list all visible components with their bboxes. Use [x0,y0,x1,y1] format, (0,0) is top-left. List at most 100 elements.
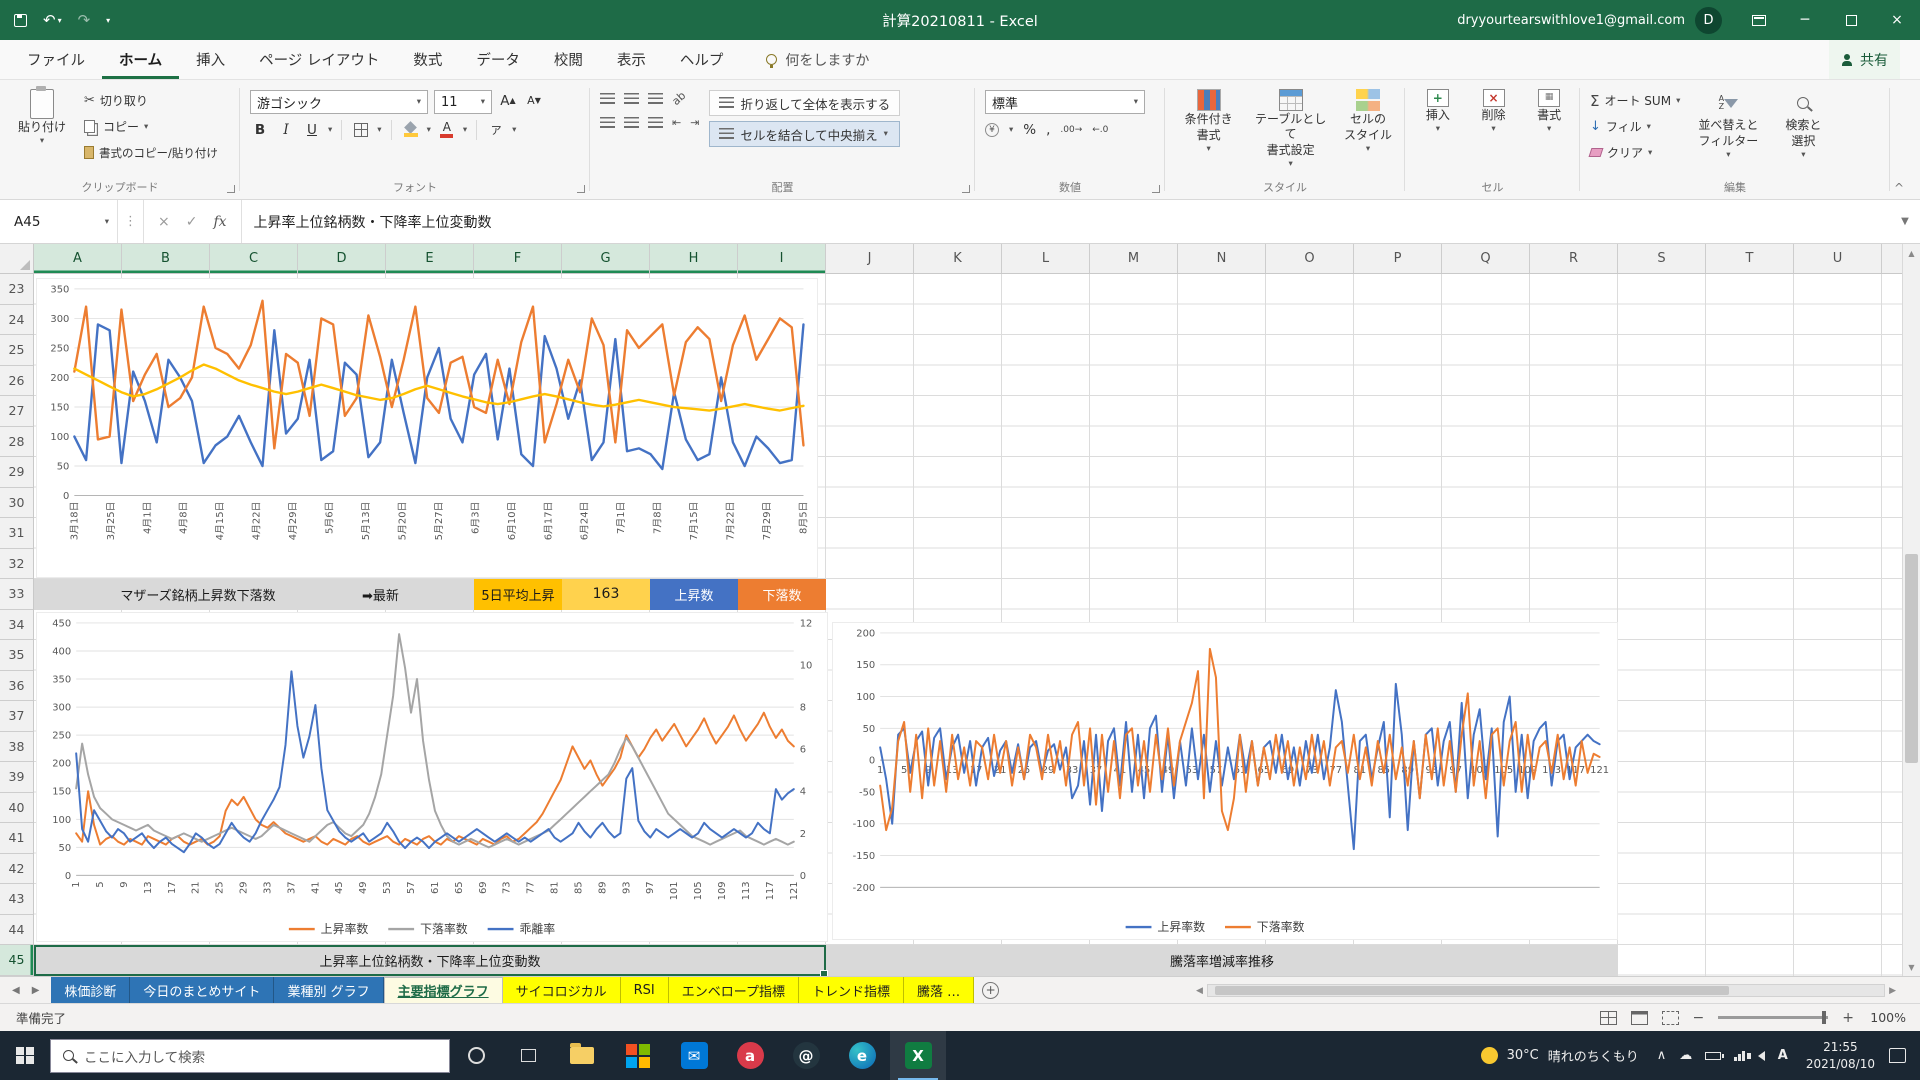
mothers-banner[interactable]: マザーズ銘柄上昇数下落数 ➡最新 [34,579,474,610]
currency-format-icon[interactable]: ¥ [985,123,999,137]
decrease-decimal-icon[interactable]: ←.0 [1092,125,1108,135]
row-header-23[interactable]: 23 [0,274,33,305]
sheet-tab-騰落 …[interactable]: 騰落 … [904,977,974,1003]
row-header-25[interactable]: 25 [0,335,33,366]
chart-top-counts[interactable]: 0501001502002503003504004500246810121591… [36,612,828,942]
action-center-button[interactable] [1889,1048,1906,1063]
taskbar-search-box[interactable]: ここに入力して検索 [50,1039,450,1073]
sheet-nav-left[interactable]: ◀ [12,985,20,996]
show-hidden-icons-button[interactable]: ∧ [1657,1048,1667,1063]
vertical-scrollbar[interactable]: ▲ ▼ [1902,244,1920,976]
comma-format-icon[interactable]: , [1046,122,1050,138]
align-center-icon[interactable] [624,117,639,129]
increase-font-button[interactable]: A▲ [498,90,518,111]
tell-me-box[interactable]: 何をしますか [766,40,869,79]
insert-cells-button[interactable]: + 挿入▾ [1415,86,1461,177]
cell-styles-button[interactable]: セルのスタイル▾ [1339,86,1397,177]
close-button[interactable]: × [1874,0,1920,40]
row-header-42[interactable]: 42 [0,854,33,885]
cell-area[interactable]: 0501001502002503003503月18日3月25日4月1日4月8日4… [34,274,1902,976]
row-header-44[interactable]: 44 [0,915,33,946]
chart-updown-rate[interactable]: -200-150-100-500501001502001591317212529… [832,622,1618,940]
sheet-tab-今日のまとめサイト[interactable]: 今日のまとめサイト [130,977,274,1003]
normal-view-button[interactable] [1600,1011,1617,1025]
fill-color-button[interactable] [401,119,421,140]
align-right-icon[interactable] [648,117,663,129]
font-color-button[interactable]: A [437,119,457,140]
align-top-icon[interactable] [600,93,615,105]
row-header-26[interactable]: 26 [0,366,33,397]
ime-mode[interactable]: A [1778,1048,1788,1063]
scroll-left-arrow[interactable]: ◀ [1196,986,1203,996]
copy-button[interactable]: コピー▾ [84,116,218,137]
row-header-29[interactable]: 29 [0,457,33,488]
ribbon-tab-表示[interactable]: 表示 [600,40,663,79]
taskbar-clock[interactable]: 21:55 2021/08/10 [1796,1039,1885,1071]
column-header-D[interactable]: D [298,244,386,273]
sheet-tab-株価診断[interactable]: 株価診断 [51,977,130,1003]
horizontal-scroll-thumb[interactable] [1215,986,1729,995]
avg5-value-cell[interactable]: 163 [562,579,650,610]
column-header-P[interactable]: P [1354,244,1442,273]
page-break-view-button[interactable] [1662,1011,1679,1025]
taskbar-mail[interactable]: ✉ [666,1031,722,1080]
zoom-in-button[interactable]: + [1842,1010,1854,1026]
italic-button[interactable]: I [276,119,296,140]
column-header-S[interactable]: S [1618,244,1706,273]
row-header-30[interactable]: 30 [0,488,33,519]
save-button[interactable] [14,14,27,27]
font-size-select[interactable]: 11▾ [434,90,492,114]
formula-input[interactable]: 上昇率上位銘柄数・下降率上位変動数 [242,200,1890,243]
cut-button[interactable]: ✂切り取り [84,90,218,111]
column-header-Q[interactable]: Q [1442,244,1530,273]
row-header-28[interactable]: 28 [0,427,33,458]
sort-filter-button[interactable]: AZ 並べ替えとフィルター▾ [1690,86,1766,161]
alignment-dialog-launcher[interactable] [962,185,970,193]
sheet-tab-エンベロープ指標[interactable]: エンベロープ指標 [669,977,799,1003]
row-header-35[interactable]: 35 [0,640,33,671]
ribbon-tab-挿入[interactable]: 挿入 [179,40,242,79]
row-header-37[interactable]: 37 [0,701,33,732]
column-header-G[interactable]: G [562,244,650,273]
taskbar-microsoft-store[interactable] [610,1031,666,1080]
customize-qat-button[interactable]: ▾ [106,16,110,25]
sheet-tab-トレンド指標[interactable]: トレンド指標 [799,977,904,1003]
start-button[interactable] [0,1031,50,1080]
taskbar-app-at[interactable]: @ [778,1031,834,1080]
number-format-select[interactable]: 標準▾ [985,90,1145,114]
vertical-scroll-thumb[interactable] [1905,554,1918,763]
onedrive-icon[interactable]: ☁ [1679,1048,1692,1063]
autosum-button[interactable]: Σオート SUM▾ [1590,90,1680,111]
minimize-button[interactable]: ─ [1782,0,1828,40]
find-select-button[interactable]: 検索と選択▾ [1772,86,1834,161]
row-header-32[interactable]: 32 [0,549,33,580]
row-header-45[interactable]: 45 [0,945,33,976]
align-left-icon[interactable] [600,117,615,129]
delete-cells-button[interactable]: × 削除▾ [1471,86,1517,177]
font-name-select[interactable]: 游ゴシック▾ [250,90,428,114]
font-dialog-launcher[interactable] [577,185,585,193]
decrease-indent-icon[interactable]: ⇤ [672,116,681,129]
increase-indent-icon[interactable]: ⇥ [690,116,699,129]
taskbar-excel[interactable]: X [890,1031,946,1080]
decrease-font-button[interactable]: A▼ [524,90,544,111]
format-painter-button[interactable]: 書式のコピー/貼り付け [84,142,218,163]
ribbon-tab-データ[interactable]: データ [459,40,537,79]
column-header-U[interactable]: U [1794,244,1882,273]
up-count-cell[interactable]: 上昇数 [650,579,738,610]
row-header-24[interactable]: 24 [0,305,33,336]
cancel-entry-button[interactable]: × [158,214,170,230]
scroll-right-arrow[interactable]: ▶ [1889,986,1896,996]
confirm-entry-button[interactable]: ✓ [186,214,198,230]
taskbar-edge[interactable]: e [834,1031,890,1080]
paste-button[interactable]: 貼り付け ▾ [10,86,74,177]
avg5-label-cell[interactable]: 5日平均上昇 [474,579,562,610]
left-footer-banner[interactable]: 上昇率上位銘柄数・下降率上位変動数 [34,945,826,976]
column-header-C[interactable]: C [210,244,298,273]
name-box[interactable]: A45▾ [0,200,118,243]
battery-icon[interactable] [1705,1052,1721,1060]
row-header-41[interactable]: 41 [0,823,33,854]
taskbar-app-red[interactable]: a [722,1031,778,1080]
column-header-H[interactable]: H [650,244,738,273]
horizontal-scrollbar[interactable]: ◀ ▶ [1196,981,1896,1000]
